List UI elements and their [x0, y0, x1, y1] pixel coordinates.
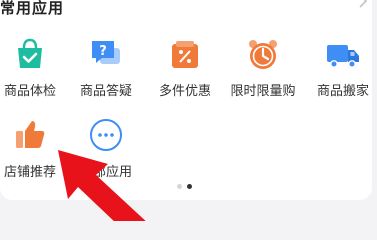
app-label: 多件优惠	[158, 84, 211, 99]
app-product-migration[interactable]: 商品搬家	[306, 36, 377, 102]
discount-box-icon	[172, 41, 198, 68]
app-label: 商品答疑	[79, 84, 132, 99]
question-chat-icon: ?	[92, 41, 120, 64]
app-label: 限时限量购	[230, 84, 296, 99]
moving-truck-icon	[327, 45, 359, 68]
thumbs-up-icon	[16, 121, 45, 148]
app-product-qa[interactable]: ? 商品答疑	[69, 36, 143, 102]
svg-text:?: ?	[99, 44, 107, 59]
chevron-right-icon[interactable]	[358, 0, 368, 12]
app-label: 商品搬家	[316, 84, 369, 99]
more-dots-icon	[90, 119, 122, 151]
page-dot-active[interactable]	[187, 184, 192, 189]
alarm-clock-icon	[249, 40, 277, 69]
page-dot[interactable]	[177, 184, 182, 189]
section-title: 常用应用	[0, 0, 65, 17]
app-all-apps[interactable]: 全部应用	[69, 117, 143, 183]
app-product-checkup[interactable]: 商品体检	[0, 36, 67, 102]
app-store-recommendation[interactable]: 店铺推荐	[0, 117, 67, 183]
app-limited-time-purchase[interactable]: 限时限量购	[226, 36, 300, 102]
app-label: 全部应用	[79, 165, 132, 180]
app-multi-item-discount[interactable]: 多件优惠	[148, 36, 222, 102]
shopping-bag-check-icon	[18, 38, 42, 68]
